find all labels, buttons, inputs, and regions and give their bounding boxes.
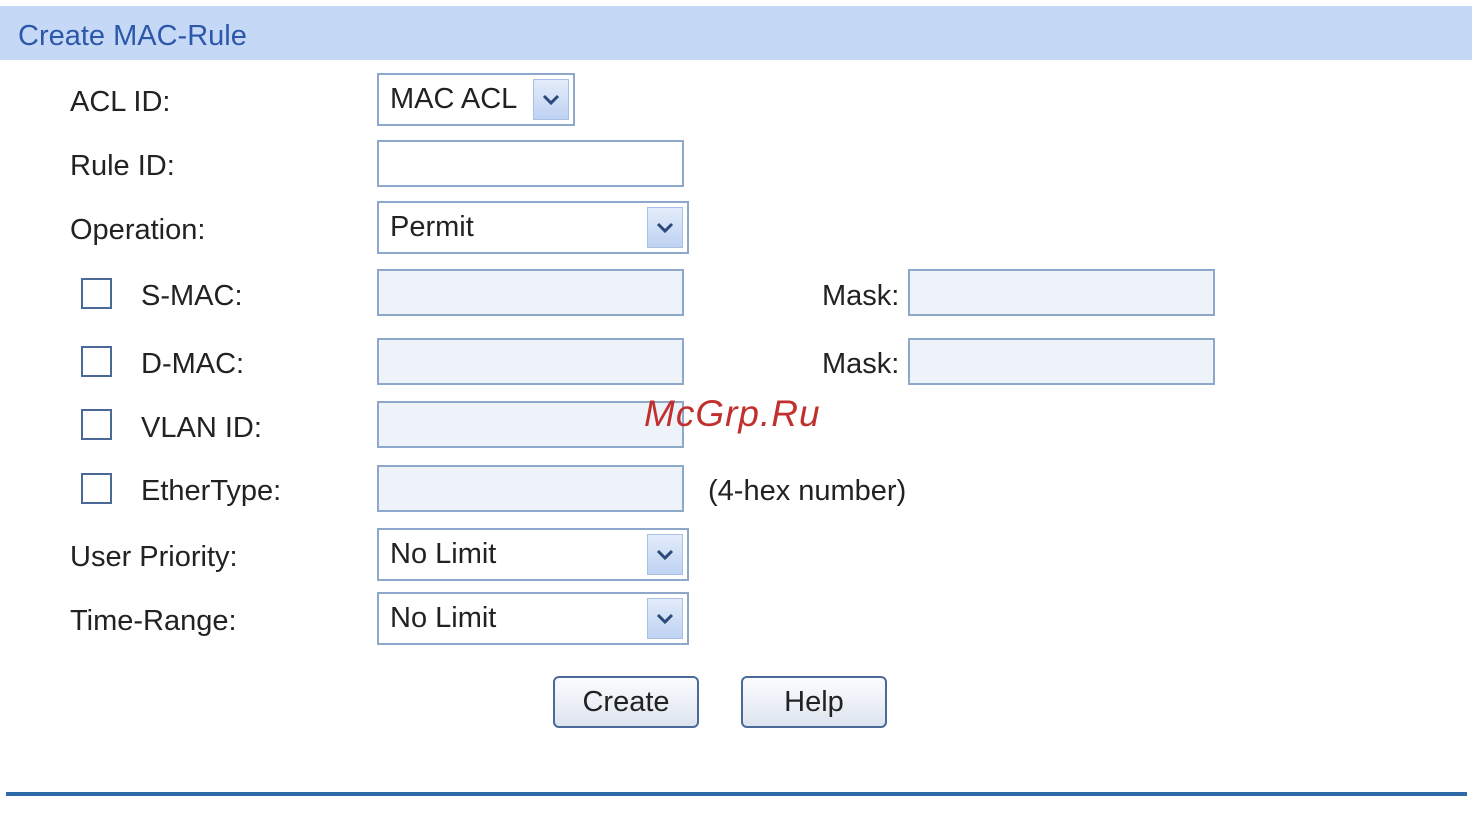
d-mac-checkbox[interactable]	[81, 346, 112, 377]
ethertype-checkbox[interactable]	[81, 473, 112, 504]
operation-label: Operation:	[70, 214, 206, 246]
rule-id-label: Rule ID:	[70, 150, 175, 182]
create-button[interactable]: Create	[553, 676, 699, 728]
acl-id-label: ACL ID:	[70, 86, 171, 118]
vlan-id-label: VLAN ID:	[141, 412, 262, 444]
vlan-id-input[interactable]	[377, 401, 684, 448]
time-range-select[interactable]: No Limit	[377, 592, 689, 645]
operation-select[interactable]: Permit	[377, 201, 689, 254]
chevron-down-icon[interactable]	[533, 79, 569, 120]
page-title: Create MAC-Rule	[18, 20, 247, 52]
s-mac-mask-input[interactable]	[908, 269, 1215, 316]
watermark: McGrp.Ru	[644, 393, 821, 434]
ethertype-label: EtherType:	[141, 475, 282, 507]
footer-divider	[6, 792, 1467, 796]
rule-id-input[interactable]	[377, 140, 684, 187]
acl-id-value: MAC ACL	[390, 83, 518, 115]
time-range-value: No Limit	[390, 602, 497, 634]
chevron-down-icon[interactable]	[647, 598, 683, 639]
s-mac-input[interactable]	[377, 269, 684, 316]
acl-id-select[interactable]: MAC ACL	[377, 73, 575, 126]
ethertype-input[interactable]	[377, 465, 684, 512]
d-mac-mask-input[interactable]	[908, 338, 1215, 385]
chevron-down-icon[interactable]	[647, 534, 683, 575]
d-mac-mask-label: Mask:	[822, 348, 900, 380]
time-range-label: Time-Range:	[70, 605, 237, 637]
d-mac-label: D-MAC:	[141, 348, 245, 380]
d-mac-input[interactable]	[377, 338, 684, 385]
ethertype-hint: (4-hex number)	[708, 475, 907, 507]
s-mac-checkbox[interactable]	[81, 278, 112, 309]
help-button[interactable]: Help	[741, 676, 887, 728]
s-mac-label: S-MAC:	[141, 280, 243, 312]
s-mac-mask-label: Mask:	[822, 280, 900, 312]
operation-value: Permit	[390, 211, 474, 243]
user-priority-select[interactable]: No Limit	[377, 528, 689, 581]
panel-header: Create MAC-Rule	[0, 6, 1472, 60]
user-priority-label: User Priority:	[70, 541, 238, 573]
vlan-id-checkbox[interactable]	[81, 409, 112, 440]
user-priority-value: No Limit	[390, 538, 497, 570]
chevron-down-icon[interactable]	[647, 207, 683, 248]
